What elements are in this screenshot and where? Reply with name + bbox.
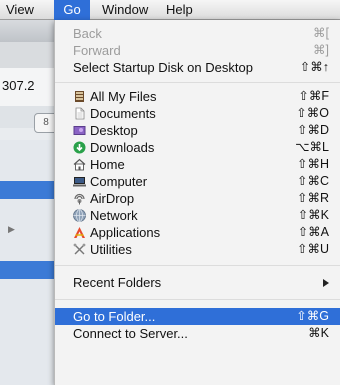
menu-item-label: Desktop — [90, 123, 138, 138]
menu-bar: View Go Window Help — [0, 0, 340, 20]
menu-item-label: Recent Folders — [73, 275, 162, 290]
menu-help[interactable]: Help — [160, 0, 199, 20]
desktop-icon — [73, 126, 86, 135]
home-icon — [73, 158, 86, 171]
menu-item-label: Network — [90, 208, 138, 223]
menu-item-shortcut: ⇧⌘K — [297, 208, 329, 222]
menu-window[interactable]: Window — [96, 0, 154, 20]
menu-item-shortcut: ⇧⌘D — [296, 123, 329, 137]
menu-item-label: Go to Folder... — [73, 309, 156, 324]
background-selected-row[interactable] — [0, 261, 60, 279]
applications-icon — [74, 227, 85, 238]
menu-item-network[interactable]: Network ⇧⌘K — [55, 207, 340, 224]
menu-separator — [55, 82, 340, 83]
background-selected-row[interactable] — [0, 181, 60, 199]
menu-item-airdrop[interactable]: AirDrop ⇧⌘R — [55, 190, 340, 207]
menu-item-label: Utilities — [90, 242, 132, 257]
menu-item-label: Forward — [73, 43, 121, 58]
menu-separator — [55, 299, 340, 300]
submenu-arrow-icon — [323, 279, 329, 287]
menu-view[interactable]: View — [0, 0, 40, 20]
menu-item-select-startup-disk[interactable]: Select Startup Disk on Desktop ⇧⌘↑ — [55, 59, 340, 76]
menu-item-label: Select Startup Disk on Desktop — [73, 60, 253, 75]
all-my-files-icon — [75, 91, 84, 102]
menu-item-documents[interactable]: Documents ⇧⌘O — [55, 105, 340, 122]
menu-item-all-my-files[interactable]: All My Files ⇧⌘F — [55, 88, 340, 105]
menu-item-label: Documents — [90, 106, 156, 121]
menu-item-label: Home — [90, 157, 125, 172]
documents-icon — [75, 107, 85, 120]
menu-item-label: AirDrop — [90, 191, 135, 206]
menu-item-back[interactable]: Back ⌘[ — [55, 25, 340, 42]
menu-item-shortcut: ⌥⌘L — [295, 140, 329, 154]
menu-item-shortcut: ⇧⌘O — [296, 106, 329, 120]
utilities-icon — [73, 243, 86, 255]
menu-item-shortcut: ⇧⌘A — [297, 225, 329, 239]
go-menu-dropdown: Back ⌘[ Forward ⌘] Select Startup Disk o… — [54, 20, 340, 385]
menu-item-home[interactable]: Home ⇧⌘H — [55, 156, 340, 173]
menu-item-shortcut: ⇧⌘↑ — [299, 60, 329, 74]
menu-item-label: Back — [73, 26, 102, 41]
menu-item-shortcut: ⇧⌘G — [296, 309, 329, 323]
menu-item-desktop[interactable]: Desktop ⇧⌘D — [55, 122, 340, 139]
menu-item-computer[interactable]: Computer ⇧⌘C — [55, 173, 340, 190]
menu-item-recent-folders[interactable]: Recent Folders — [55, 273, 340, 293]
menu-item-downloads[interactable]: Downloads ⌥⌘L — [55, 139, 340, 156]
menu-item-label: Connect to Server... — [73, 326, 188, 341]
network-icon — [73, 209, 86, 222]
menu-go[interactable]: Go — [54, 0, 90, 20]
menu-item-shortcut: ⇧⌘H — [296, 157, 329, 171]
menu-item-connect-to-server[interactable]: Connect to Server... ⌘K — [55, 325, 340, 342]
menu-item-shortcut: ⌘] — [313, 43, 329, 57]
menu-item-go-to-folder[interactable]: Go to Folder... ⇧⌘G — [55, 308, 340, 325]
menu-item-label: Applications — [90, 225, 161, 240]
menu-item-shortcut: ⌘K — [308, 326, 329, 340]
menu-item-shortcut: ⇧⌘R — [296, 191, 329, 205]
menu-item-shortcut: ⌘[ — [313, 26, 329, 40]
menu-item-label: All My Files — [90, 89, 157, 104]
disclosure-triangle-icon[interactable]: ▶ — [8, 224, 15, 235]
menu-item-utilities[interactable]: Utilities ⇧⌘U — [55, 241, 340, 258]
background-toolbar — [0, 42, 60, 69]
menu-item-shortcut: ⇧⌘F — [298, 89, 329, 103]
airdrop-icon — [74, 193, 85, 205]
menu-item-applications[interactable]: Applications ⇧⌘A — [55, 224, 340, 241]
background-address-bar[interactable]: 307.2 — [0, 68, 60, 107]
menu-item-forward[interactable]: Forward ⌘] — [55, 42, 340, 59]
background-address-value: 307.2 — [2, 78, 35, 93]
menu-item-shortcut: ⇧⌘U — [296, 242, 329, 256]
computer-icon — [73, 177, 86, 187]
menu-item-shortcut: ⇧⌘C — [296, 174, 329, 188]
downloads-icon — [73, 141, 86, 154]
menu-item-label: Downloads — [90, 140, 155, 155]
background-titlebar — [0, 20, 60, 42]
menu-separator — [55, 265, 340, 266]
menu-item-label: Computer — [90, 174, 148, 189]
